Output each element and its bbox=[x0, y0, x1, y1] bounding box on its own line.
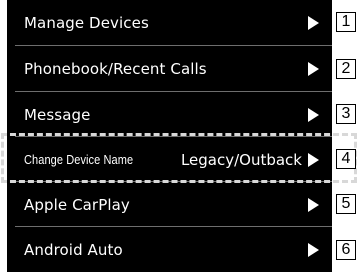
callout-number: 3 bbox=[336, 104, 356, 124]
callout-number: 1 bbox=[336, 12, 356, 32]
triangle-right-icon bbox=[308, 197, 319, 212]
triangle-right-icon bbox=[308, 15, 319, 30]
callout-number: 5 bbox=[336, 194, 356, 214]
menu-item-label: Apple CarPlay bbox=[24, 195, 130, 214]
menu-item-label: Android Auto bbox=[24, 240, 123, 259]
triangle-right-icon bbox=[308, 242, 319, 257]
callout-number: 6 bbox=[336, 240, 356, 260]
device-name-value: Legacy/Outback bbox=[180, 150, 302, 169]
callout-number: 2 bbox=[336, 59, 356, 79]
callout-number: 4 bbox=[336, 149, 356, 169]
menu-item-apple-carplay[interactable]: Apple CarPlay bbox=[7, 182, 332, 227]
menu-item-manage-devices[interactable]: Manage Devices bbox=[7, 0, 332, 45]
menu-item-label: Message bbox=[24, 105, 91, 124]
settings-menu-screen: Manage Devices Phonebook/Recent Calls Me… bbox=[7, 0, 332, 272]
menu-item-label: Manage Devices bbox=[24, 13, 149, 32]
menu-item-phonebook-recent-calls[interactable]: Phonebook/Recent Calls bbox=[7, 46, 332, 91]
triangle-right-icon bbox=[308, 107, 319, 122]
menu-item-label: Change Device Name bbox=[24, 152, 134, 167]
menu-item-message[interactable]: Message bbox=[7, 92, 332, 137]
triangle-right-icon bbox=[308, 61, 319, 76]
triangle-right-icon bbox=[308, 152, 319, 167]
menu-item-label: Phonebook/Recent Calls bbox=[24, 59, 207, 78]
menu-item-android-auto[interactable]: Android Auto bbox=[7, 227, 332, 272]
menu-item-change-device-name[interactable]: Change Device Name Legacy/Outback bbox=[7, 137, 332, 182]
